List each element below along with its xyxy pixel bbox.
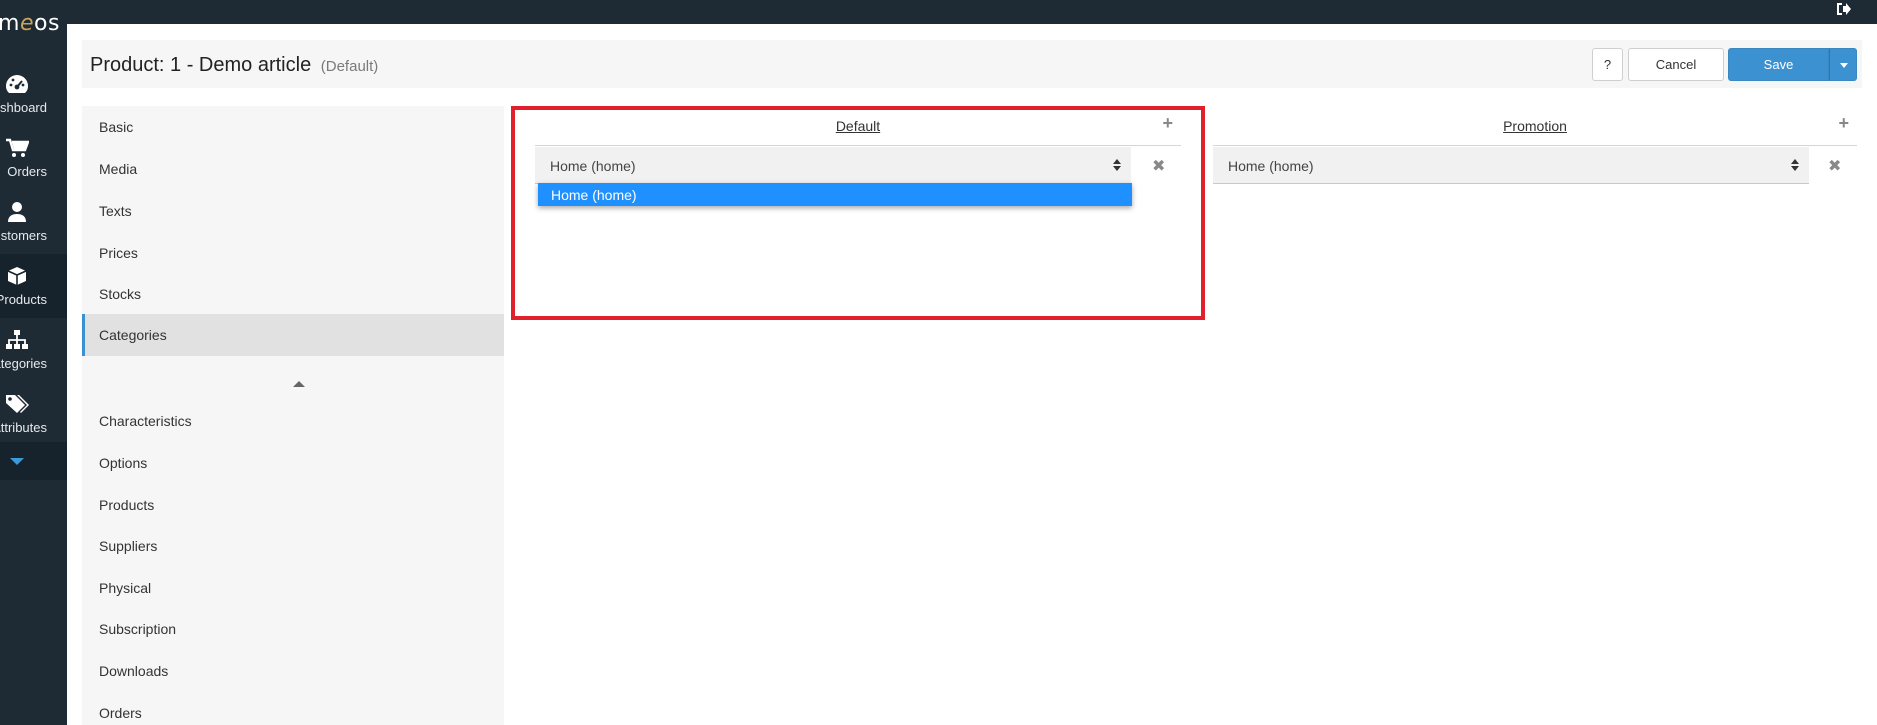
section-media[interactable]: Media	[82, 148, 504, 190]
help-button[interactable]: ?	[1592, 48, 1623, 81]
promotion-column-title[interactable]: Promotion	[1213, 118, 1857, 134]
nav-item-attributes[interactable]: Attributes	[0, 382, 67, 446]
nav-item-categories[interactable]: Categories	[0, 318, 67, 382]
nav-more-toggle[interactable]	[0, 442, 67, 480]
section-downloads[interactable]: Downloads	[82, 650, 504, 692]
category-dropdown-list: Home (home)	[538, 183, 1132, 206]
cart-icon	[0, 138, 34, 158]
default-column-header: Default +	[535, 113, 1181, 146]
section-suppliers[interactable]: Suppliers	[82, 525, 504, 567]
user-icon	[0, 202, 34, 222]
app-logo[interactable]: meos	[0, 11, 60, 36]
page-title: Product: 1 - Demo article (Default)	[90, 54, 379, 76]
promotion-column-header: Promotion +	[1213, 113, 1857, 146]
save-button[interactable]: Save	[1728, 48, 1829, 81]
nav-item-products[interactable]: Products	[0, 254, 67, 318]
section-prices[interactable]: Prices	[82, 232, 504, 274]
collapse-sections-button[interactable]	[287, 374, 311, 394]
save-options-button[interactable]	[1829, 48, 1857, 81]
page-subtitle: (Default)	[320, 58, 379, 75]
tags-icon	[0, 394, 34, 414]
default-column-title[interactable]: Default	[535, 118, 1181, 134]
section-orders[interactable]: Orders	[82, 692, 504, 725]
section-options[interactable]: Options	[82, 442, 504, 484]
caret-up-icon	[293, 381, 305, 387]
dashboard-icon	[0, 74, 34, 94]
section-categories[interactable]: Categories	[82, 314, 504, 356]
section-texts[interactable]: Texts	[82, 190, 504, 232]
nav-item-orders[interactable]: Orders	[0, 126, 67, 190]
add-default-category-icon[interactable]: +	[1162, 113, 1173, 134]
section-subscription[interactable]: Subscription	[82, 608, 504, 650]
remove-promotion-category-icon[interactable]: ✖	[1828, 156, 1841, 176]
section-products[interactable]: Products	[82, 484, 504, 526]
section-physical[interactable]: Physical	[82, 567, 504, 609]
dropdown-option-home[interactable]: Home (home)	[551, 187, 637, 203]
page-header: Product: 1 - Demo article (Default) ? Ca…	[82, 40, 1862, 88]
default-category-select[interactable]: Home (home)	[535, 147, 1131, 184]
sign-out-icon[interactable]	[1835, 2, 1851, 21]
sort-arrows-icon	[1791, 159, 1799, 172]
section-menu: Basic Media Texts Prices Stocks Categori…	[82, 106, 504, 725]
main-navigation: meos Dashboard Orders Customers Products…	[0, 0, 67, 725]
promotion-category-select[interactable]: Home (home)	[1213, 147, 1809, 184]
nav-item-dashboard[interactable]: Dashboard	[0, 62, 67, 126]
section-stocks[interactable]: Stocks	[82, 273, 504, 315]
sitemap-icon	[0, 330, 34, 350]
sort-arrows-icon	[1113, 159, 1121, 172]
add-promotion-category-icon[interactable]: +	[1838, 113, 1849, 134]
remove-default-category-icon[interactable]: ✖	[1152, 156, 1165, 176]
caret-down-icon	[10, 458, 24, 465]
nav-item-customers[interactable]: Customers	[0, 190, 67, 254]
section-basic[interactable]: Basic	[82, 106, 504, 148]
caret-down-icon	[1840, 63, 1848, 68]
top-bar	[67, 0, 1877, 24]
box-icon	[0, 266, 34, 286]
section-characteristics[interactable]: Characteristics	[82, 400, 504, 442]
cancel-button[interactable]: Cancel	[1628, 48, 1724, 81]
